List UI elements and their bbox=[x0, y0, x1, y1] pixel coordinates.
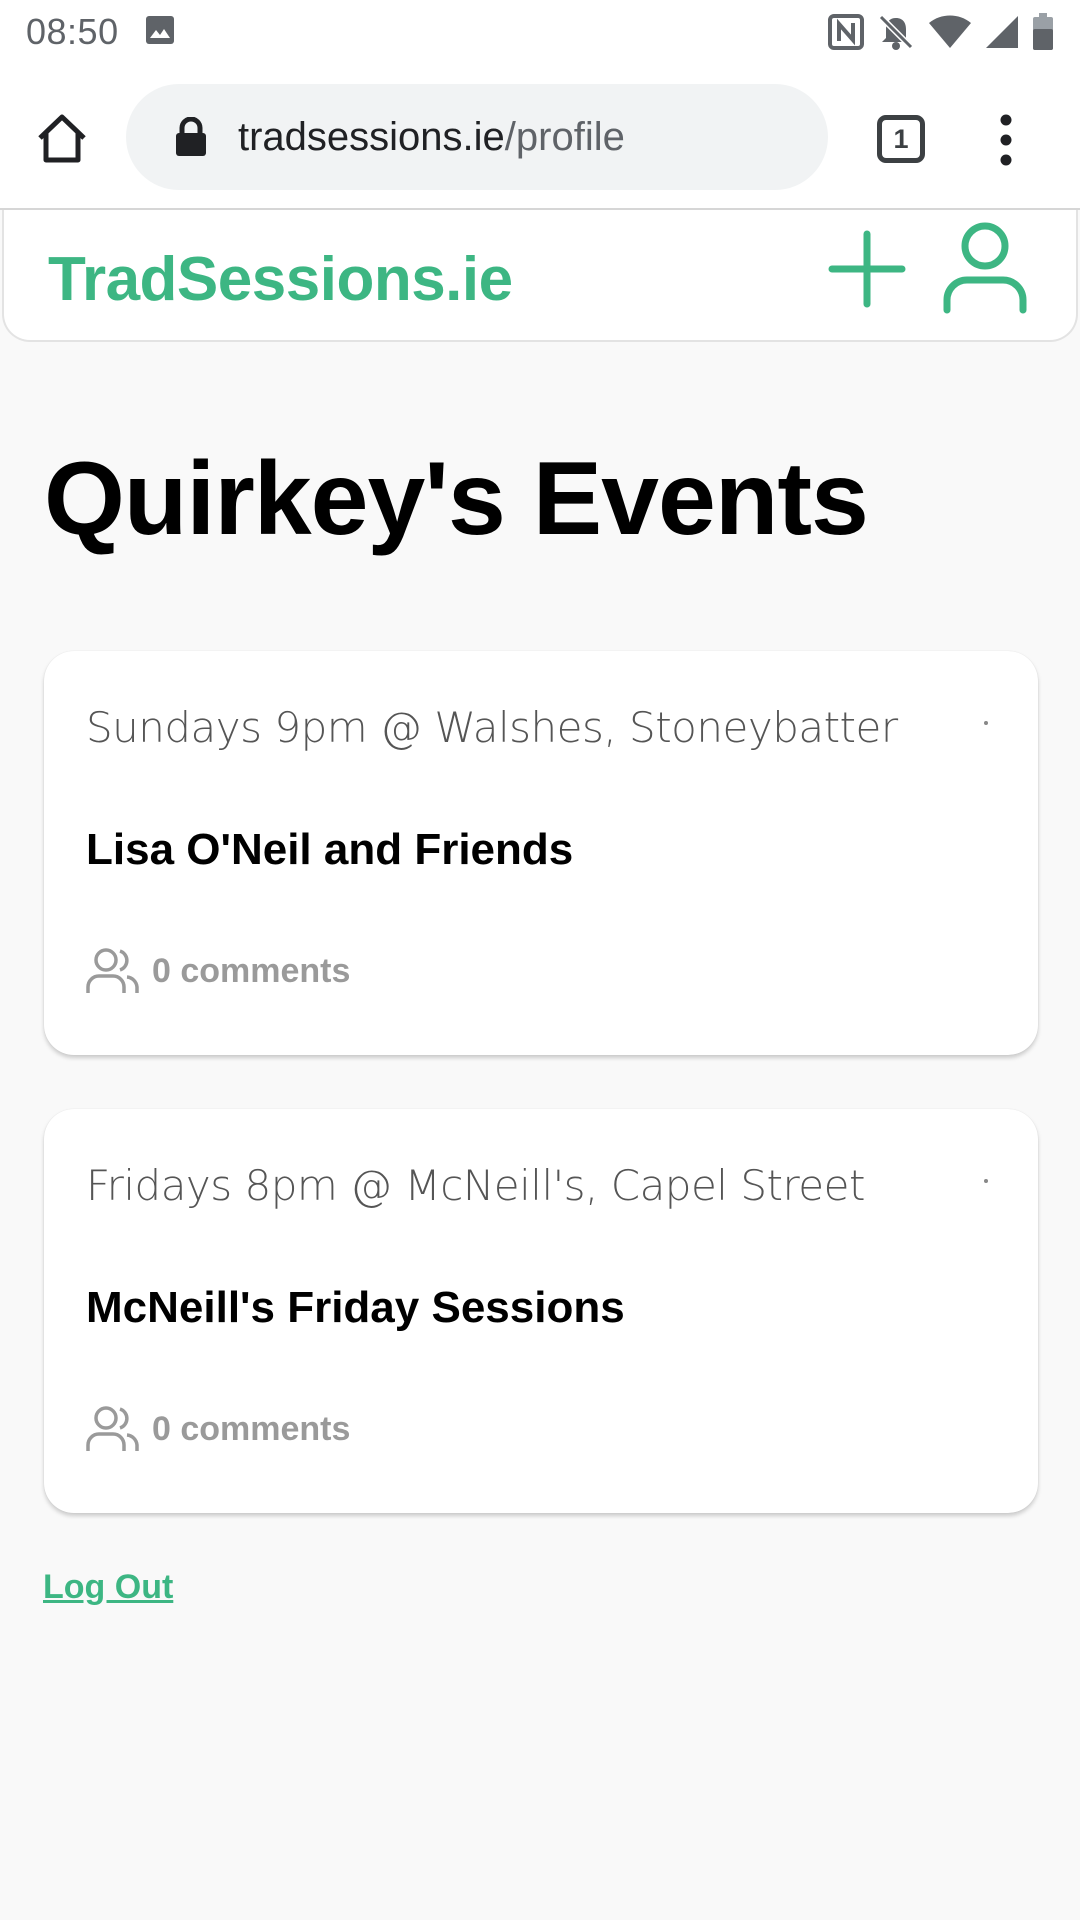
tabs-icon[interactable]: 1 bbox=[877, 115, 925, 163]
event-comments[interactable]: 0 comments bbox=[86, 1405, 350, 1453]
event-schedule: Sundays 9pm @ Walshes, Stoneybatter bbox=[86, 703, 898, 752]
users-icon bbox=[86, 947, 140, 995]
brand-logo[interactable]: TradSessions.ie bbox=[48, 244, 513, 315]
site-header: TradSessions.ie bbox=[2, 210, 1078, 342]
event-title[interactable]: McNeill's Friday Sessions bbox=[86, 1283, 625, 1333]
event-schedule: Fridays 8pm @ McNeill's, Capel Street bbox=[86, 1161, 865, 1210]
more-vert-icon[interactable] bbox=[992, 114, 1020, 166]
wifi-icon bbox=[928, 14, 972, 50]
browser-toolbar: tradsessions.ie/profile 1 bbox=[0, 64, 1080, 210]
comments-count: 0 comments bbox=[152, 951, 351, 990]
status-time: 08:50 bbox=[26, 11, 119, 52]
event-title[interactable]: Lisa O'Neil and Friends bbox=[86, 825, 573, 875]
lock-icon bbox=[174, 116, 208, 157]
event-dot bbox=[984, 721, 988, 725]
nfc-icon bbox=[828, 14, 864, 50]
cell-signal-icon bbox=[984, 14, 1020, 50]
url-text: tradsessions.ie/profile bbox=[238, 115, 625, 160]
status-bar: 08:50 bbox=[0, 0, 1080, 64]
address-bar[interactable]: tradsessions.ie/profile bbox=[126, 84, 828, 190]
event-dot bbox=[984, 1179, 988, 1183]
battery-icon bbox=[1032, 13, 1054, 51]
page-title: Quirkey's Events bbox=[44, 441, 869, 557]
url-host: tradsessions.ie bbox=[238, 114, 505, 159]
users-icon bbox=[86, 1405, 140, 1453]
tab-count: 1 bbox=[893, 123, 909, 154]
user-icon[interactable] bbox=[942, 222, 1028, 316]
event-comments[interactable]: 0 comments bbox=[86, 947, 350, 995]
bell-off-icon bbox=[876, 12, 916, 52]
event-card[interactable]: Sundays 9pm @ Walshes, Stoneybatter Lisa… bbox=[44, 651, 1038, 1055]
url-path: /profile bbox=[504, 114, 625, 159]
event-card[interactable]: Fridays 8pm @ McNeill's, Capel Street Mc… bbox=[44, 1109, 1038, 1513]
comments-count: 0 comments bbox=[152, 1409, 351, 1448]
home-icon[interactable] bbox=[34, 110, 90, 166]
plus-icon[interactable] bbox=[828, 230, 906, 308]
image-notification-icon bbox=[145, 15, 175, 50]
logout-link[interactable]: Log Out bbox=[43, 1568, 173, 1607]
